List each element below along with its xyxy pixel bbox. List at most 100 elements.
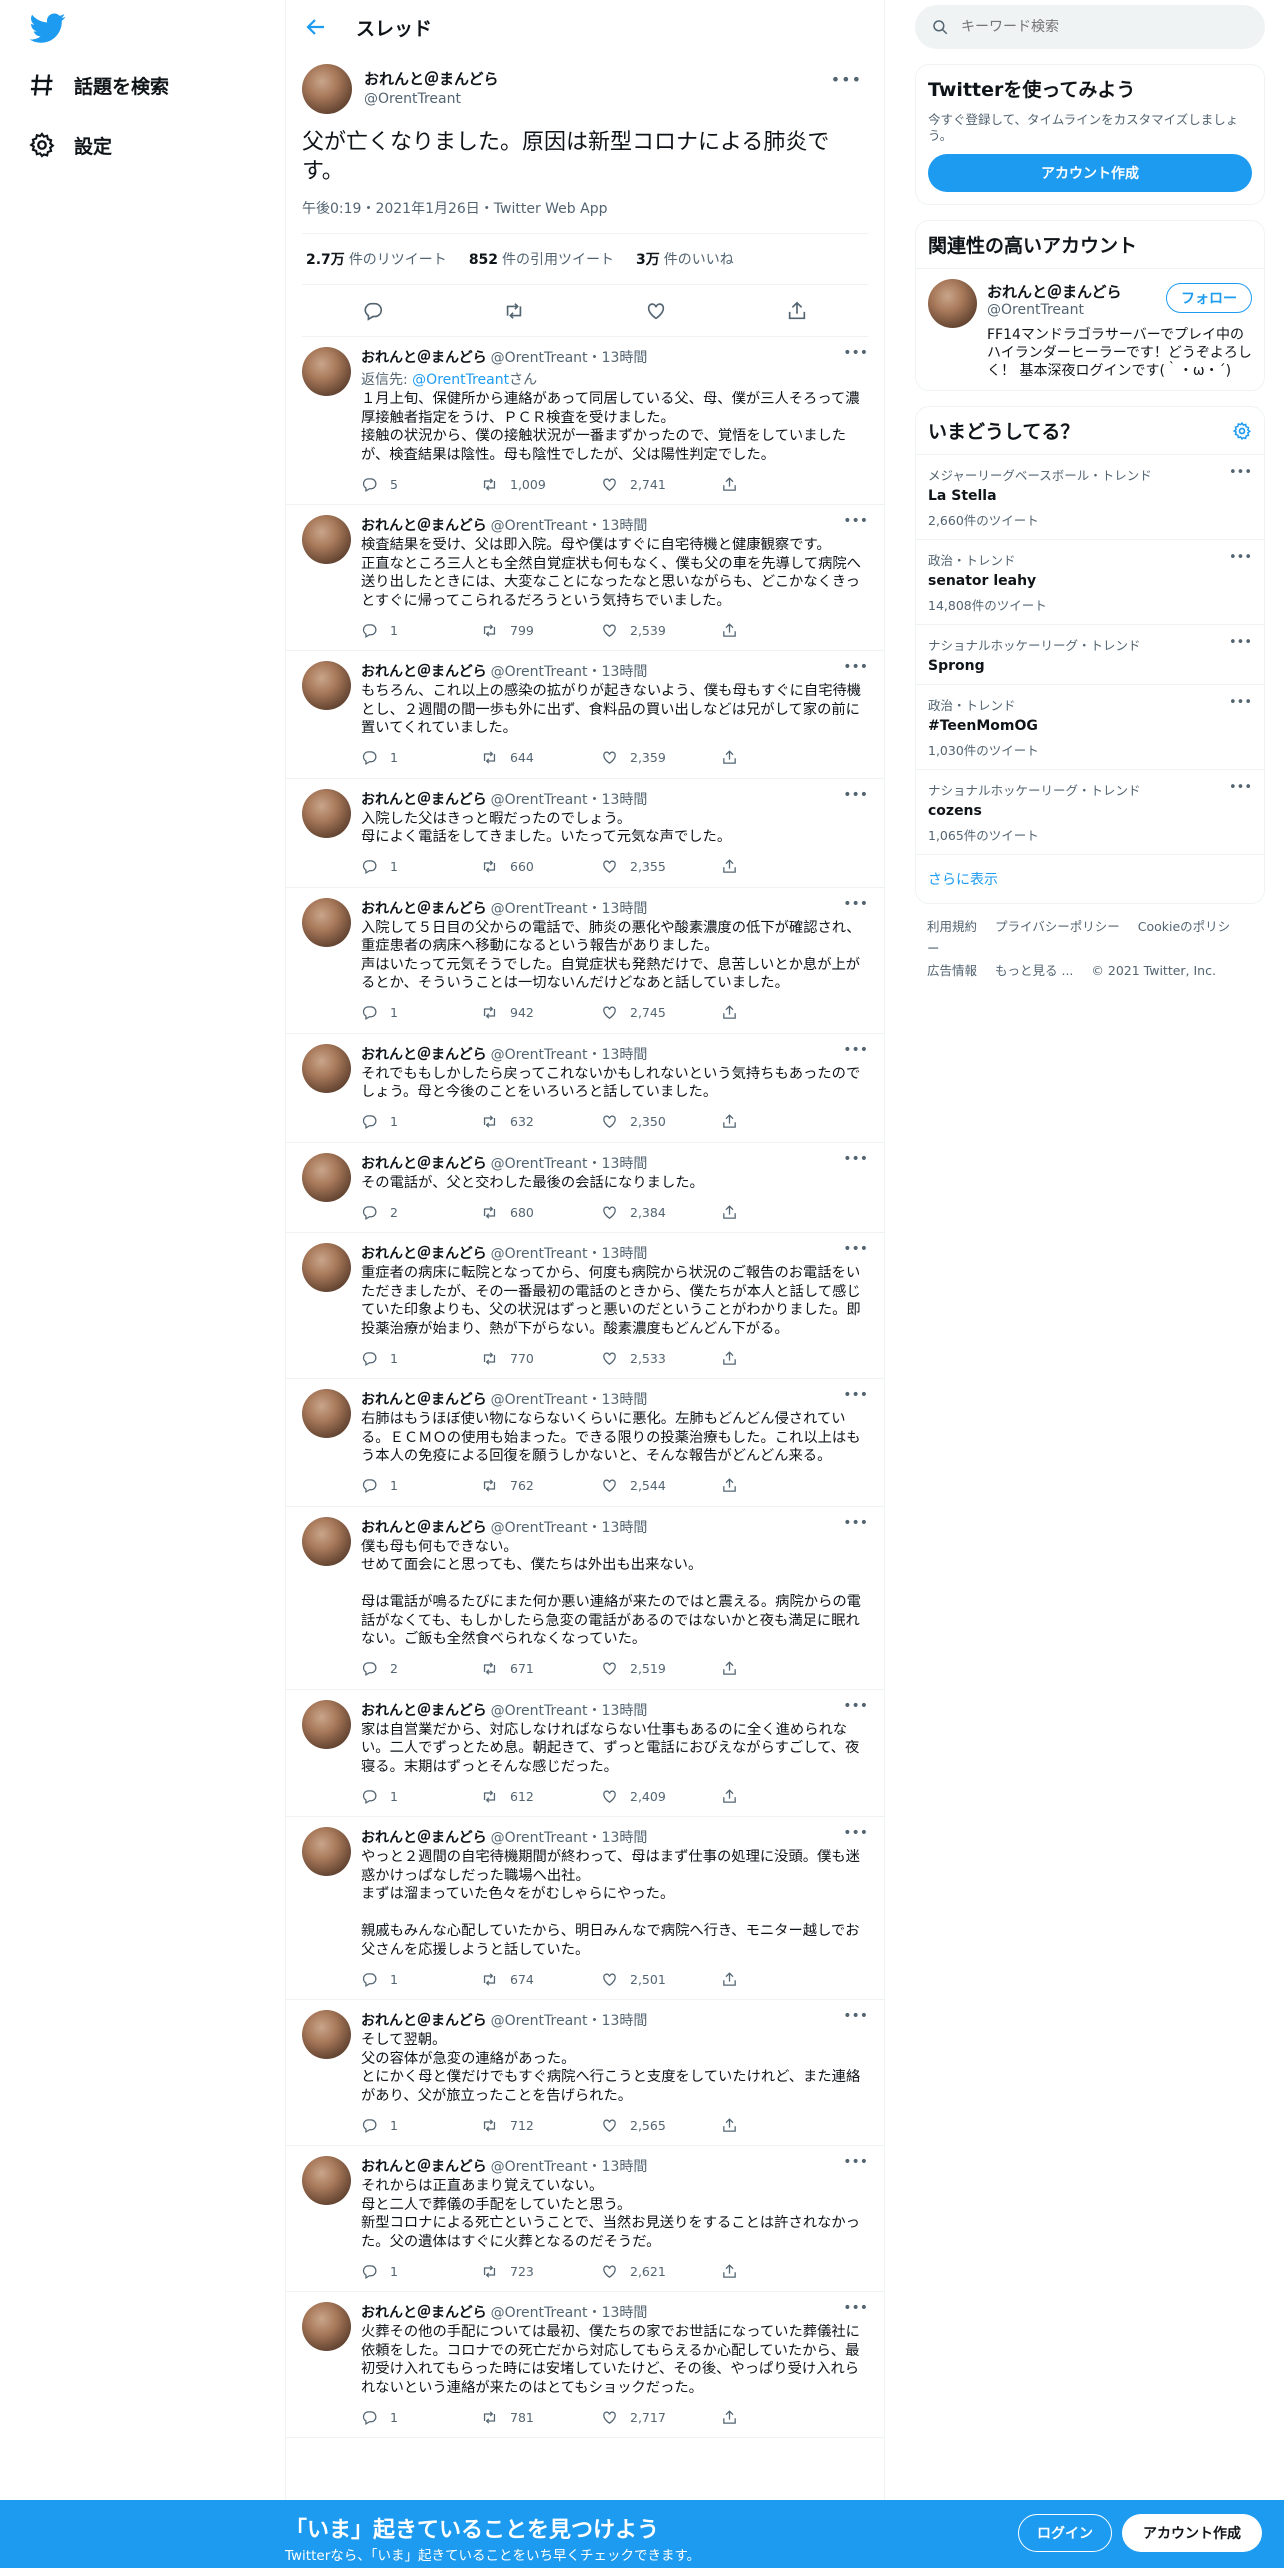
avatar[interactable] (302, 1243, 351, 1292)
share-button[interactable] (721, 1204, 751, 1221)
share-button[interactable] (721, 1788, 751, 1805)
reply-button[interactable]: 1 (361, 2409, 481, 2426)
reply-icon[interactable] (362, 300, 384, 322)
more-options-icon[interactable]: ••• (831, 70, 862, 89)
share-button[interactable] (721, 1971, 751, 1988)
author-handle-time[interactable]: @OrentTreant・13時間 (491, 1156, 648, 1172)
share-button[interactable] (721, 858, 751, 875)
author-name[interactable]: おれんと＠まんどら (361, 2159, 487, 2175)
like-button[interactable]: 2,359 (601, 749, 721, 766)
twitter-bird-icon[interactable] (28, 10, 68, 46)
like-button[interactable]: 2,355 (601, 858, 721, 875)
reply-button[interactable]: 1 (361, 2263, 481, 2280)
like-button[interactable]: 2,533 (601, 1350, 721, 1367)
author-handle-time[interactable]: @OrentTreant・13時間 (491, 792, 648, 808)
more-options-icon[interactable]: ••• (843, 1387, 868, 1403)
more-options-icon[interactable]: ••• (843, 1515, 868, 1531)
more-options-icon[interactable]: ••• (1229, 780, 1252, 795)
reply-tweet[interactable]: おれんと＠まんどら @OrentTreant・13時間 返信先: @OrentTre… (286, 337, 884, 505)
more-options-icon[interactable]: ••• (843, 1825, 868, 1841)
follow-button[interactable]: フォロー (1166, 283, 1252, 313)
author-handle-time[interactable]: @OrentTreant・13時間 (491, 1047, 648, 1063)
share-button[interactable] (721, 749, 751, 766)
like-button[interactable]: 2,741 (601, 476, 721, 493)
footer-ads[interactable]: 広告情報 (927, 963, 977, 978)
author-name[interactable]: おれんと＠まんどら (361, 1520, 487, 1536)
more-options-icon[interactable]: ••• (1229, 635, 1252, 650)
avatar[interactable] (302, 2010, 351, 2059)
retweet-button[interactable]: 762 (481, 1477, 601, 1494)
author-handle-time[interactable]: @OrentTreant・13時間 (491, 1246, 648, 1262)
author-name[interactable]: おれんと＠まんどら (361, 2305, 487, 2321)
author-name[interactable]: おれんと＠まんどら (364, 68, 499, 89)
like-button[interactable]: 2,539 (601, 622, 721, 639)
retweet-count[interactable]: 2.7万 件のリツイート (306, 249, 447, 269)
avatar[interactable] (302, 515, 351, 564)
search-box[interactable] (915, 5, 1265, 49)
more-options-icon[interactable]: ••• (843, 787, 868, 803)
share-button[interactable] (721, 476, 751, 493)
author-handle-time[interactable]: @OrentTreant・13時間 (491, 2013, 648, 2029)
footer-more[interactable]: もっと見る ... (995, 963, 1073, 978)
more-options-icon[interactable]: ••• (843, 1042, 868, 1058)
more-options-icon[interactable]: ••• (843, 1241, 868, 1257)
like-button[interactable]: 2,717 (601, 2409, 721, 2426)
author-handle-time[interactable]: @OrentTreant・13時間 (491, 1830, 648, 1846)
avatar[interactable] (302, 1043, 351, 1093)
reply-button[interactable]: 2 (361, 1660, 481, 1677)
reply-tweet[interactable]: おれんと＠まんどら @OrentTreant・13時間 僕も母も何もできない。 せめ… (286, 1507, 884, 1690)
avatar[interactable] (302, 897, 351, 947)
author-name[interactable]: おれんと＠まんどら (361, 1830, 487, 1846)
more-options-icon[interactable]: ••• (843, 345, 868, 361)
author-name[interactable]: おれんと＠まんどら (361, 1392, 487, 1408)
like-button[interactable]: 2,745 (601, 1004, 721, 1021)
retweet-button[interactable]: 674 (481, 1971, 601, 1988)
author-handle-time[interactable]: @OrentTreant・13時間 (491, 901, 648, 917)
more-options-icon[interactable]: ••• (843, 1151, 868, 1167)
reply-tweet[interactable]: おれんと＠まんどら @OrentTreant・13時間 重症者の病床に転院となってか… (286, 1233, 884, 1379)
author-handle-time[interactable]: @OrentTreant・13時間 (491, 518, 648, 534)
more-options-icon[interactable]: ••• (1229, 695, 1252, 710)
reply-tweet[interactable]: おれんと＠まんどら @OrentTreant・13時間 もちろん、これ以上の感染の拡… (286, 651, 884, 779)
trend-item[interactable]: 政治・トレンド #TeenMomOG 1,030件のツイート ••• (916, 685, 1264, 770)
avatar[interactable] (302, 1516, 351, 1566)
avatar[interactable] (302, 64, 352, 114)
avatar[interactable] (302, 1389, 351, 1438)
author-handle-time[interactable]: @OrentTreant・13時間 (491, 1392, 648, 1408)
more-options-icon[interactable]: ••• (843, 2300, 868, 2316)
reply-button[interactable]: 1 (361, 1113, 481, 1130)
trend-item[interactable]: ナショナルホッケーリーグ・トレンド Sprong ••• (916, 625, 1264, 685)
avatar[interactable] (302, 2302, 351, 2351)
retweet-button[interactable]: 799 (481, 622, 601, 639)
footer-terms[interactable]: 利用規約 (927, 919, 977, 934)
nav-explore[interactable]: 話題を検索 (28, 65, 169, 105)
reply-tweet[interactable]: おれんと＠まんどら @OrentTreant・13時間 検査結果を受け、父は即入院。… (286, 505, 884, 651)
share-button[interactable] (721, 2409, 751, 2426)
related-account[interactable]: おれんと＠まんどら @OrentTreant FF14マンドラゴラサーバーでプレ… (916, 269, 1264, 390)
author-name[interactable]: おれんと＠まんどら (361, 1703, 487, 1719)
like-button[interactable]: 2,621 (601, 2263, 721, 2280)
reply-button[interactable]: 1 (361, 749, 481, 766)
login-button[interactable]: ログイン (1018, 2514, 1112, 2552)
footer-privacy[interactable]: プライバシーポリシー (995, 919, 1120, 934)
avatar[interactable] (302, 347, 351, 396)
author-name[interactable]: おれんと＠まんどら (361, 1156, 487, 1172)
retweet-button[interactable]: 612 (481, 1788, 601, 1805)
reply-button[interactable]: 1 (361, 858, 481, 875)
reply-button[interactable]: 1 (361, 1004, 481, 1021)
reply-tweet[interactable]: おれんと＠まんどら @OrentTreant・13時間 入院して５日目の父からの電話… (286, 888, 884, 1034)
more-options-icon[interactable]: ••• (843, 2154, 868, 2170)
reply-button[interactable]: 2 (361, 1204, 481, 1221)
reply-button[interactable]: 1 (361, 1350, 481, 1367)
reply-tweet[interactable]: おれんと＠まんどら @OrentTreant・13時間 その電話が、父と交わした最後… (286, 1143, 884, 1233)
like-icon[interactable] (645, 300, 667, 322)
avatar[interactable] (928, 279, 977, 328)
more-options-icon[interactable]: ••• (843, 659, 868, 675)
like-count[interactable]: 3万 件のいいね (636, 249, 734, 269)
author-handle-time[interactable]: @OrentTreant・13時間 (491, 664, 648, 680)
retweet-button[interactable]: 680 (481, 1204, 601, 1221)
author-name[interactable]: おれんと＠まんどら (361, 350, 487, 366)
share-button[interactable] (721, 1350, 751, 1367)
avatar[interactable] (302, 661, 351, 710)
reply-to-handle-link[interactable]: @OrentTreant (412, 372, 509, 388)
